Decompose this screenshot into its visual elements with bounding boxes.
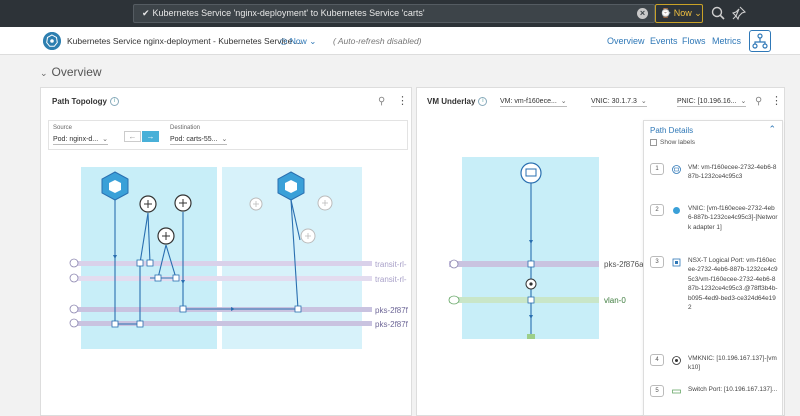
vm-icon xyxy=(672,165,681,174)
chevron-down-icon: ⌄ xyxy=(694,8,702,18)
clock-icon: ⌚ xyxy=(660,8,672,18)
step-number: 1 xyxy=(650,163,664,175)
router-node-faded-2[interactable] xyxy=(317,195,333,211)
logical-port-icon xyxy=(672,258,681,267)
chevron-down-icon: ⌄ xyxy=(640,98,647,105)
lane-label-transit-1: transit-rl- xyxy=(375,260,407,269)
chevron-up-icon[interactable]: ⌃ xyxy=(768,124,776,135)
step-number: 5 xyxy=(650,385,664,397)
step-text: VNIC: [vm-f160ecee-2732-4eb6-887b-1232ce… xyxy=(688,205,778,231)
pnic-select[interactable]: PNIC: [10.196.16... ⌄ xyxy=(677,97,747,107)
time-now-label: Now xyxy=(673,8,692,18)
step-text: VM: vm-f160ecee-2732-4eb6-887b-1232ce4c9… xyxy=(688,164,777,181)
nav-events[interactable]: Events xyxy=(650,36,678,46)
chevron-down-icon: ⌄ xyxy=(740,98,747,105)
step-text: NSX-T Logical Port: vm-f160ecee-2732-4eb… xyxy=(688,257,778,312)
info-icon[interactable]: i xyxy=(478,97,488,107)
search-icon[interactable] xyxy=(710,5,726,21)
step-number: 3 xyxy=(650,256,664,268)
show-labels-text: Show labels xyxy=(660,139,696,147)
router-node-2[interactable] xyxy=(174,194,192,212)
vnic-select[interactable]: VNIC: 30.1.7.3 ⌄ xyxy=(591,97,647,107)
show-labels-checkbox[interactable]: Show labels xyxy=(650,139,695,146)
pin-icon[interactable]: ⚲ xyxy=(755,96,762,107)
lane-entry-icons xyxy=(69,258,79,328)
vm-select-value: VM: vm-f160ece... xyxy=(500,98,557,105)
chevron-down-icon: ⌄ xyxy=(560,98,567,105)
vmknic-icon xyxy=(672,356,681,365)
nav-flows[interactable]: Flows xyxy=(682,36,706,46)
lane-label-pks: pks-2f876a xyxy=(604,260,644,269)
path-details-title: Path Details xyxy=(650,126,694,135)
topology-view-button[interactable] xyxy=(749,30,771,52)
router-node-1[interactable] xyxy=(139,195,157,213)
pin-icon[interactable] xyxy=(731,5,747,21)
topology-icon xyxy=(752,33,768,49)
path-topology-diagram[interactable] xyxy=(0,0,412,416)
router-node-3[interactable] xyxy=(157,227,175,245)
transit-lane-2 xyxy=(72,276,372,281)
pnic-select-value: PNIC: [10.196.16... xyxy=(677,98,737,105)
switch-port-icon xyxy=(672,389,681,394)
vm-select[interactable]: VM: vm-f160ece... ⌄ xyxy=(500,97,567,107)
path-details-panel: Path Details ⌃ Show labels 1 VM: vm-f160… xyxy=(643,120,783,416)
more-options-icon[interactable]: ⋮ xyxy=(771,96,782,107)
router-node-faded-3[interactable] xyxy=(300,228,316,244)
checkbox-icon[interactable] xyxy=(650,139,657,146)
lane-label-pks-2: pks-2f87f xyxy=(375,320,408,329)
time-now-button[interactable]: ⌚ Now ⌄ xyxy=(655,4,703,23)
transit-lane-1 xyxy=(72,261,372,266)
step-text: Switch Port: [10.196.167.137]... xyxy=(688,386,778,393)
vnic-select-value: VNIC: 30.1.7.3 xyxy=(591,98,637,105)
step-number: 2 xyxy=(650,204,664,216)
vm-underlay-title: VM Underlay i xyxy=(427,97,488,107)
vnic-icon xyxy=(673,207,680,214)
lane-label-vlan: vlan-0 xyxy=(604,296,626,305)
clear-search-icon[interactable]: × xyxy=(637,8,648,19)
nav-overview[interactable]: Overview xyxy=(607,36,645,46)
lane-label-pks-1: pks-2f87f xyxy=(375,306,408,315)
lane-label-transit-2: transit-rl- xyxy=(375,275,407,284)
step-number: 4 xyxy=(650,354,664,366)
router-node-faded-1[interactable] xyxy=(249,197,263,211)
nav-metrics[interactable]: Metrics xyxy=(712,36,741,46)
step-text: VMKNIC: [10.196.167.137]-[vmk10] xyxy=(688,355,777,372)
vm-underlay-title-text: VM Underlay xyxy=(427,97,476,106)
